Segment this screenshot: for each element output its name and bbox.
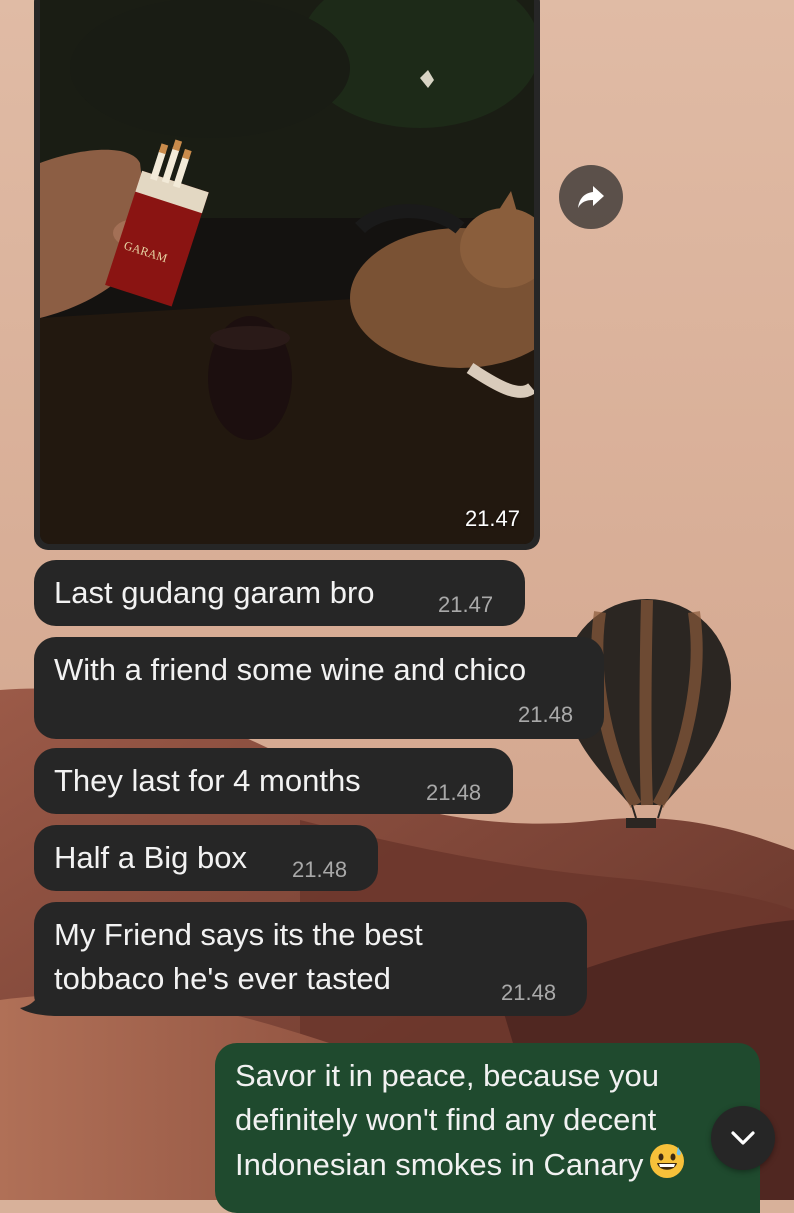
- message-bubble[interactable]: Last gudang garam bro 21.47: [34, 560, 525, 626]
- message-bubble[interactable]: They last for 4 months 21.48: [34, 748, 513, 814]
- message-timestamp: 21.48: [501, 980, 557, 1005]
- chevron-down-icon: [731, 1131, 755, 1145]
- message-text-line: Savor it in peace, because you: [235, 1058, 659, 1093]
- message-text-line: definitely won't find any decent: [235, 1102, 657, 1137]
- forward-button[interactable]: [559, 165, 623, 229]
- message-text-line: My Friend says its the best: [54, 917, 423, 952]
- message-timestamp: 21.48: [426, 780, 482, 805]
- photo-timestamp: 21.47: [464, 506, 520, 531]
- message-text: With a friend some wine and chico: [54, 652, 527, 687]
- message-text: They last for 4 months: [54, 763, 361, 798]
- photo-message[interactable]: GARAM 21.47: [34, 0, 540, 550]
- message-text: Last gudang garam bro: [54, 575, 375, 610]
- message-bubble[interactable]: With a friend some wine and chico 21.48: [34, 637, 604, 739]
- outgoing-message-bubble[interactable]: Savor it in peace, because you definitel…: [215, 1043, 760, 1213]
- message-timestamp: 21.48: [292, 857, 348, 882]
- forward-arrow-icon: [578, 186, 604, 208]
- message-timestamp: 21.47: [438, 592, 494, 617]
- message-bubble[interactable]: My Friend says its the best tobbaco he's…: [34, 902, 587, 1016]
- message-text: Indonesian smokes in Canary: [235, 1147, 644, 1182]
- message-text-line: tobbaco he's ever tasted: [54, 961, 391, 996]
- message-text-line: Indonesian smokes in Canary: [235, 1143, 685, 1186]
- scroll-to-bottom-button[interactable]: [711, 1106, 775, 1170]
- message-bubble[interactable]: Half a Big box 21.48: [34, 825, 378, 891]
- message-timestamp: 21.48: [518, 702, 574, 727]
- grinning-sweat-emoji: [650, 1144, 685, 1178]
- message-text: Half a Big box: [54, 840, 247, 875]
- photo-image: GARAM: [40, 0, 534, 544]
